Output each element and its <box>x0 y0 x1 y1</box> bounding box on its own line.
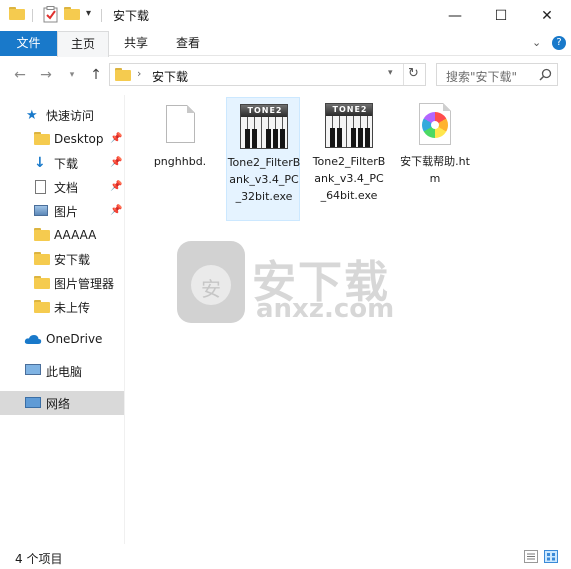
sidebar-item-not-uploaded[interactable]: 未上传 <box>0 295 124 319</box>
ribbon: 文件 主页 共享 查看 ⌄ ? <box>0 31 571 57</box>
computer-icon <box>25 364 41 375</box>
sidebar-item-desktop[interactable]: Desktop 📌 <box>0 127 124 151</box>
pin-icon[interactable]: 📌 <box>110 157 122 168</box>
large-icons-view-icon[interactable] <box>544 550 558 563</box>
piano-keys <box>241 117 287 148</box>
tab-share[interactable]: 共享 <box>112 31 160 56</box>
sidebar-item-pictures[interactable]: 图片 📌 <box>0 199 124 223</box>
pin-icon[interactable]: 📌 <box>110 133 122 144</box>
window-title: 安下载 <box>113 9 150 23</box>
address-history-chevron-icon[interactable]: ▾ <box>388 68 393 78</box>
sidebar-item-image-manager[interactable]: 图片管理器 <box>0 271 124 295</box>
tone2-logo: TONE2 <box>326 104 372 116</box>
search-icon[interactable] <box>539 68 552 81</box>
sidebar-item-label: 图片管理器 <box>54 276 115 291</box>
file-item[interactable]: pnghhbd. <box>143 97 217 221</box>
sidebar-item-label: 网络 <box>46 396 71 411</box>
folder-icon <box>34 276 50 289</box>
sidebar-item-label: 未上传 <box>54 300 91 315</box>
folder-icon <box>9 7 25 20</box>
recent-locations-chevron-icon[interactable]: ▾ <box>62 65 82 85</box>
sidebar-item-this-pc[interactable]: 此电脑 <box>0 359 124 383</box>
file-item[interactable]: 安下载帮助.htm <box>398 97 472 221</box>
divider <box>403 64 404 85</box>
search-box[interactable]: 搜索"安下载" <box>436 63 558 86</box>
sidebar-item-onedrive[interactable]: OneDrive <box>0 327 124 351</box>
properties-icon[interactable] <box>43 6 59 23</box>
tab-home[interactable]: 主页 <box>57 31 109 57</box>
watermark-badge-glyph: 安 <box>201 277 221 301</box>
sidebar-item-label: 安下载 <box>54 252 91 267</box>
tone2-app-icon: TONE2 <box>325 103 373 148</box>
back-arrow-icon[interactable]: ← <box>10 65 30 85</box>
tab-view[interactable]: 查看 <box>164 31 212 56</box>
new-folder-icon[interactable] <box>64 7 80 20</box>
divider <box>101 9 102 22</box>
sidebar-item-label: 图片 <box>54 204 79 219</box>
sidebar-item-anxiazai[interactable]: 安下载 <box>0 247 124 271</box>
title-bar: ▾ 安下载 — ☐ ✕ <box>0 0 571 31</box>
file-item[interactable]: TONE2 Tone2_FilterBank_v3.4_PC_32bit.exe <box>226 97 300 221</box>
search-input[interactable]: 搜索"安下载" <box>446 68 517 85</box>
minimize-button[interactable]: — <box>432 0 478 31</box>
chrome-html-icon <box>419 103 451 145</box>
item-count: 4 个项目 <box>15 552 63 566</box>
sidebar-item-label: Desktop <box>54 132 104 146</box>
sidebar-item-network[interactable]: 网络 <box>0 391 124 415</box>
sidebar-item-label: OneDrive <box>46 332 103 346</box>
file-name: pnghhbd. <box>153 155 207 168</box>
maximize-button[interactable]: ☐ <box>478 0 524 31</box>
cloud-icon <box>24 335 42 344</box>
tone2-app-icon: TONE2 <box>240 104 288 149</box>
sidebar-item-label: 此电脑 <box>46 364 83 379</box>
customize-toolbar-chevron-icon[interactable]: ▾ <box>86 8 91 19</box>
star-icon: ★ <box>26 107 38 123</box>
breadcrumb[interactable]: 安下载 <box>152 68 188 85</box>
navigation-pane: ★ 快速访问 Desktop 📌 ↓ 下载 📌 文档 📌 图片 📌 AAAAA … <box>0 95 124 544</box>
pane-divider[interactable] <box>124 95 125 544</box>
sidebar-item-downloads[interactable]: ↓ 下载 📌 <box>0 151 124 175</box>
watermark-logo: 安 <box>177 241 245 323</box>
document-icon <box>35 180 46 194</box>
sidebar-item-label: 文档 <box>54 180 79 195</box>
folder-icon <box>34 132 50 145</box>
details-view-icon[interactable] <box>524 550 538 563</box>
file-item[interactable]: TONE2 Tone2_FilterBank_v3.4_PC_64bit.exe <box>312 97 386 221</box>
folder-icon <box>34 300 50 313</box>
sidebar-item-label: 快速访问 <box>46 108 95 123</box>
network-icon <box>25 397 41 408</box>
download-arrow-icon: ↓ <box>34 155 46 171</box>
refresh-icon[interactable]: ↻ <box>408 66 419 81</box>
status-bar: 4 个项目 <box>0 544 571 569</box>
sidebar-item-aaaaa[interactable]: AAAAA <box>0 223 124 247</box>
forward-arrow-icon[interactable]: → <box>36 65 56 85</box>
folder-icon <box>34 228 50 241</box>
file-name: Tone2_FilterBank_v3.4_PC_32bit.exe <box>227 156 301 203</box>
address-bar[interactable]: › 安下载 ▾ ↻ <box>109 63 426 86</box>
sidebar-item-quick-access[interactable]: ★ 快速访问 <box>0 103 124 127</box>
picture-icon <box>34 205 48 216</box>
sidebar-item-documents[interactable]: 文档 📌 <box>0 175 124 199</box>
sidebar-item-label: AAAAA <box>54 228 97 242</box>
tab-file[interactable]: 文件 <box>0 31 57 56</box>
ribbon-expand-chevron-icon[interactable]: ⌄ <box>532 36 541 49</box>
tone2-logo: TONE2 <box>241 105 287 117</box>
divider <box>32 9 33 22</box>
help-icon[interactable]: ? <box>552 36 566 50</box>
file-name: 安下载帮助.htm <box>400 155 470 185</box>
folder-icon <box>34 252 50 265</box>
file-name: Tone2_FilterBank_v3.4_PC_64bit.exe <box>312 155 386 202</box>
watermark-url: anxz.com <box>256 294 395 324</box>
blank-file-icon <box>166 105 195 143</box>
pin-icon[interactable]: 📌 <box>110 181 122 192</box>
sidebar-item-label: 下载 <box>54 156 79 171</box>
pin-icon[interactable]: 📌 <box>110 205 122 216</box>
piano-keys <box>326 116 372 147</box>
close-button[interactable]: ✕ <box>524 0 570 31</box>
up-arrow-icon[interactable]: ↑ <box>86 65 106 85</box>
breadcrumb-chevron-icon[interactable]: › <box>137 67 141 80</box>
